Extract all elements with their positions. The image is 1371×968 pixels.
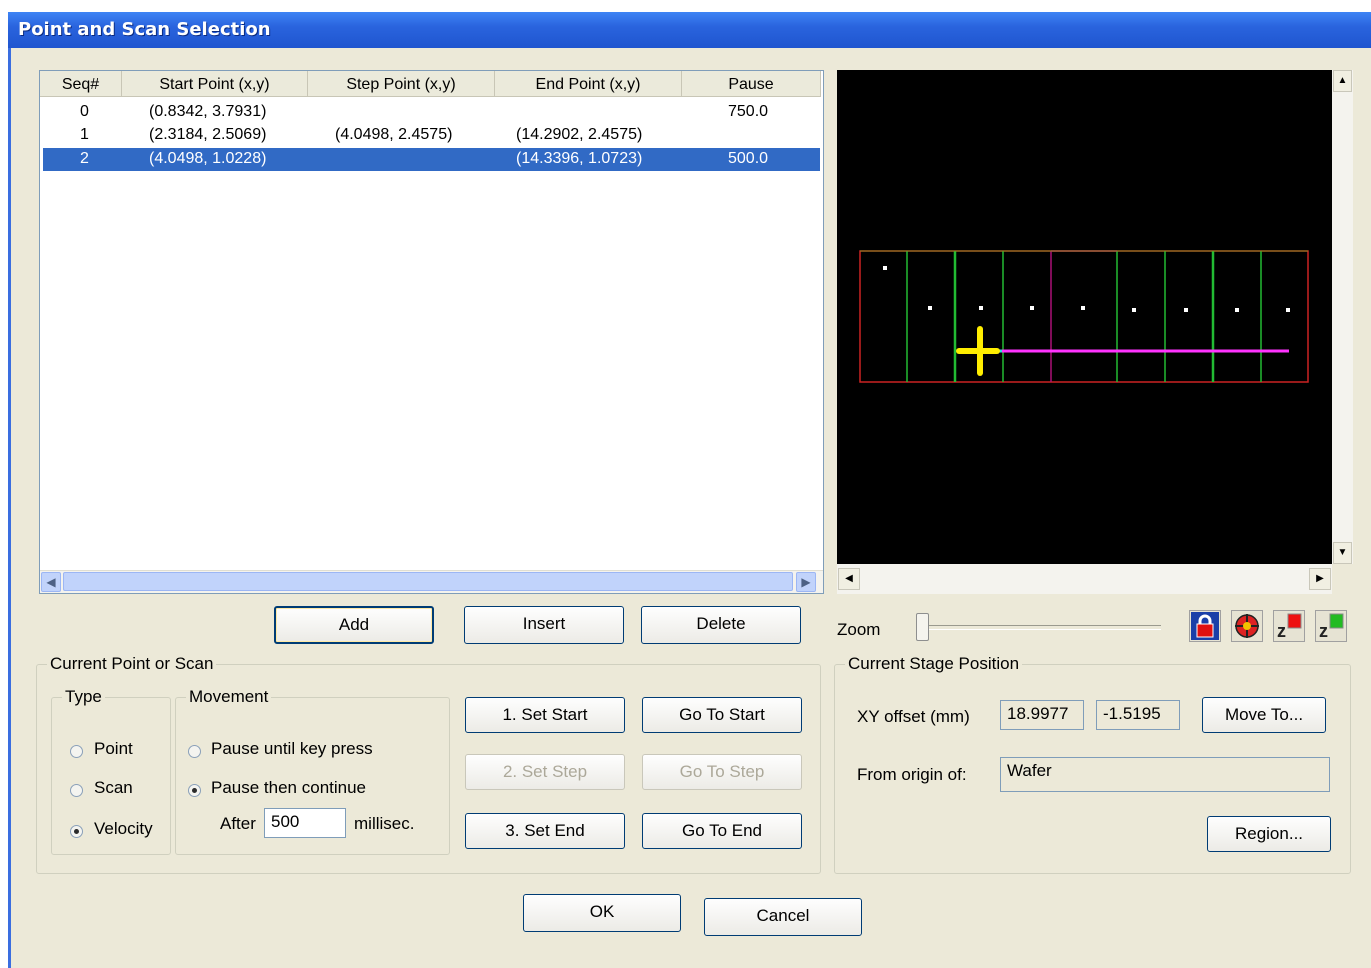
canvas-vertical-scrollbar[interactable]: ▲ ▼ — [1332, 70, 1353, 564]
dialog-window: Point and Scan Selection Seq# Start Poin… — [8, 12, 1371, 968]
move-to-button[interactable]: Move To... — [1202, 697, 1326, 733]
cell-end: (14.2902, 2.4575) — [516, 126, 643, 143]
z-green-icon[interactable]: z — [1315, 610, 1347, 642]
millisec-label: millisec. — [354, 814, 415, 833]
delete-button[interactable]: Delete — [641, 606, 801, 644]
pause-key-radio[interactable] — [188, 745, 201, 758]
current-point-group-label: Current Point or Scan — [47, 654, 217, 674]
pause-key-label[interactable]: Pause until key press — [211, 739, 373, 759]
pause-continue-radio[interactable] — [188, 784, 201, 797]
origin-field: Wafer — [1000, 757, 1330, 792]
zoom-label: Zoom — [837, 620, 881, 639]
table-row-selected[interactable]: 2 (4.0498, 1.0228) (14.3396, 1.0723) 500… — [43, 148, 820, 171]
cancel-button[interactable]: Cancel — [704, 898, 862, 936]
stage-position-group: Current Stage Position XY offset (mm) 18… — [834, 654, 1351, 874]
go-to-start-button[interactable]: Go To Start — [642, 697, 802, 733]
after-label: After — [220, 814, 256, 833]
zoom-slider-track[interactable] — [921, 625, 1161, 630]
type-scan-label[interactable]: Scan — [94, 778, 133, 798]
origin-label: From origin of: — [857, 765, 967, 784]
cell-seq: 0 — [80, 103, 89, 120]
go-to-step-button[interactable]: Go To Step — [642, 754, 802, 790]
cell-pause: 500.0 — [728, 150, 769, 167]
wafer-map — [859, 250, 1309, 383]
crosshair-target-icon[interactable] — [1231, 610, 1263, 642]
cell-pause: 750.0 — [728, 103, 769, 120]
canvas-horizontal-scrollbar[interactable]: ◀ ▶ — [837, 564, 1332, 594]
title-bar[interactable]: Point and Scan Selection — [8, 12, 1371, 48]
column-header-pause[interactable]: Pause — [682, 71, 821, 97]
pause-continue-label[interactable]: Pause then continue — [211, 778, 366, 798]
ok-button[interactable]: OK — [523, 894, 681, 932]
table-row[interactable]: 0 (0.8342, 3.7931) 750.0 — [43, 101, 820, 124]
column-header-start[interactable]: Start Point (x,y) — [122, 71, 308, 97]
list-horizontal-scrollbar[interactable]: ◀ ▶ — [40, 570, 823, 593]
region-button[interactable]: Region... — [1207, 816, 1331, 852]
column-header-seq[interactable]: Seq# — [40, 71, 122, 97]
type-group: Type Point Scan Velocity — [51, 687, 171, 855]
type-point-radio[interactable] — [70, 745, 83, 758]
stage-cursor — [956, 326, 1000, 376]
type-point-label[interactable]: Point — [94, 739, 133, 759]
type-scan-radio[interactable] — [70, 784, 83, 797]
region-outline — [859, 250, 1309, 383]
x-offset-field: 18.9977 — [1000, 700, 1084, 730]
cell-start: (2.3184, 2.5069) — [149, 126, 267, 143]
set-end-button[interactable]: 3. Set End — [465, 813, 625, 849]
cell-seq: 2 — [80, 150, 89, 167]
y-offset-field: -1.5195 — [1096, 700, 1180, 730]
dialog-body: Seq# Start Point (x,y) Step Point (x,y) … — [11, 48, 1371, 968]
zoom-slider-thumb[interactable] — [916, 613, 929, 641]
scroll-thumb[interactable] — [63, 572, 793, 591]
type-velocity-radio[interactable] — [70, 825, 83, 838]
scroll-up-icon[interactable]: ▲ — [1333, 70, 1352, 92]
scroll-left-icon[interactable]: ◀ — [41, 572, 61, 592]
lock-icon[interactable] — [1189, 610, 1221, 642]
add-button[interactable]: Add — [274, 606, 434, 644]
scroll-right-icon[interactable]: ▶ — [1309, 568, 1331, 590]
stage-position-group-label: Current Stage Position — [845, 654, 1023, 674]
cell-seq: 1 — [80, 126, 89, 143]
set-step-button[interactable]: 2. Set Step — [465, 754, 625, 790]
scroll-left-icon[interactable]: ◀ — [838, 568, 860, 590]
cell-start: (4.0498, 1.0228) — [149, 150, 267, 167]
window-title: Point and Scan Selection — [18, 19, 271, 40]
pause-ms-input[interactable]: 500 — [264, 808, 346, 838]
svg-text:z: z — [1319, 621, 1328, 641]
z-red-icon[interactable]: z — [1273, 610, 1305, 642]
table-row[interactable]: 1 (2.3184, 2.5069) (4.0498, 2.4575) (14.… — [43, 124, 820, 147]
svg-text:z: z — [1277, 621, 1286, 641]
insert-button[interactable]: Insert — [464, 606, 624, 644]
column-header-step[interactable]: Step Point (x,y) — [308, 71, 495, 97]
go-to-end-button[interactable]: Go To End — [642, 813, 802, 849]
set-start-button[interactable]: 1. Set Start — [465, 697, 625, 733]
scroll-right-icon[interactable]: ▶ — [796, 572, 816, 592]
scroll-down-icon[interactable]: ▼ — [1333, 542, 1352, 564]
cell-start: (0.8342, 3.7931) — [149, 103, 267, 120]
xy-offset-label: XY offset (mm) — [857, 707, 970, 726]
type-velocity-label[interactable]: Velocity — [94, 819, 153, 839]
current-point-group: Current Point or Scan Type Point Scan Ve… — [36, 654, 821, 874]
wafer-map-canvas[interactable] — [837, 70, 1332, 564]
movement-group: Movement Pause until key press Pause the… — [175, 687, 450, 855]
cell-step: (4.0498, 2.4575) — [335, 126, 453, 143]
column-header-end[interactable]: End Point (x,y) — [495, 71, 682, 97]
sequence-list[interactable]: Seq# Start Point (x,y) Step Point (x,y) … — [39, 70, 824, 594]
movement-group-label: Movement — [186, 687, 272, 707]
cell-end: (14.3396, 1.0723) — [516, 150, 643, 167]
type-group-label: Type — [62, 687, 105, 707]
